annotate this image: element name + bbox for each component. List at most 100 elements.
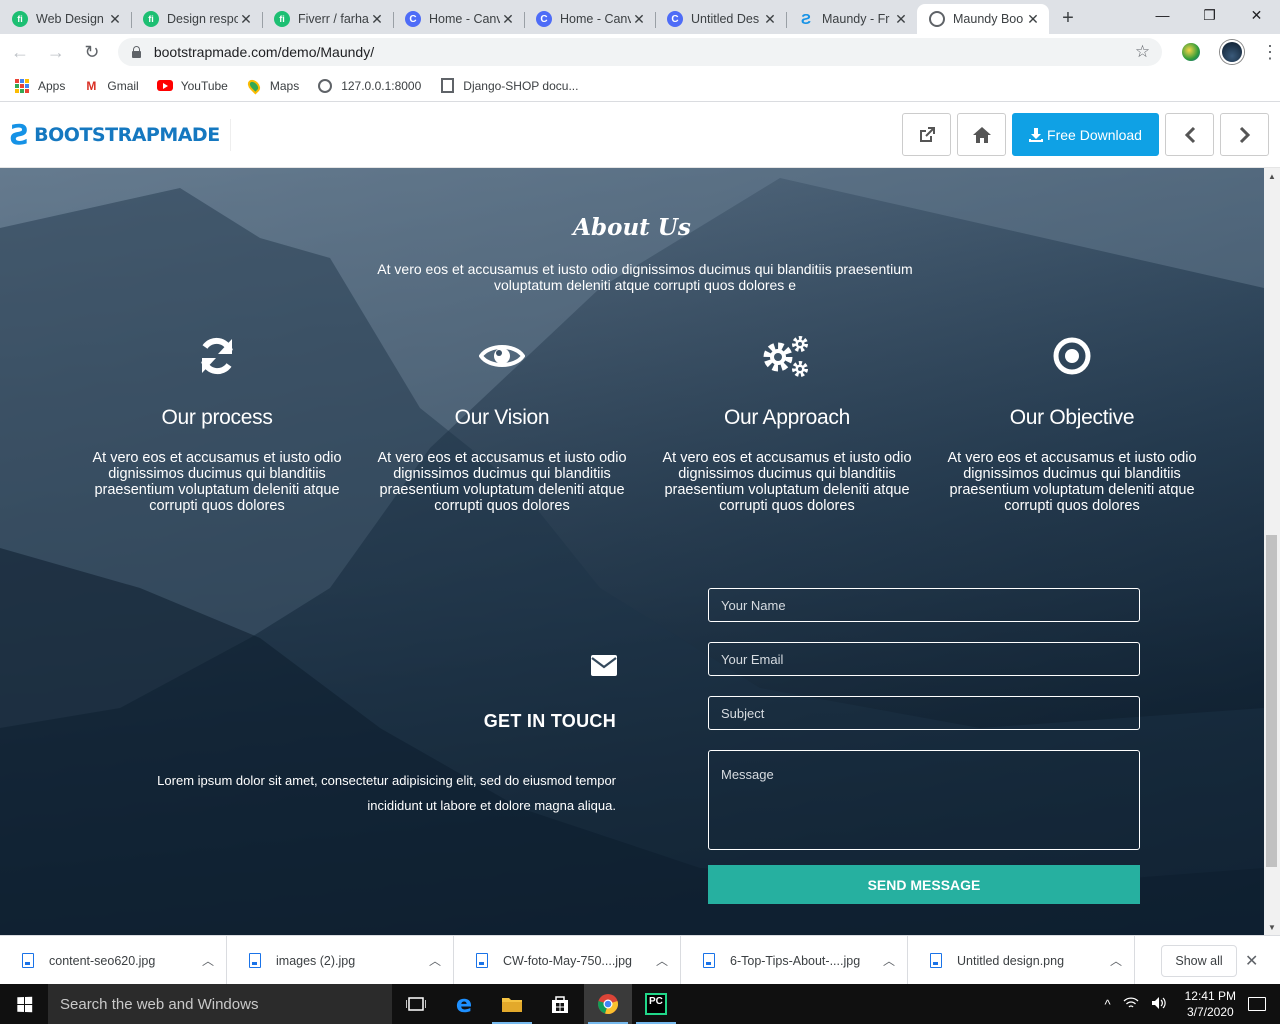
chevron-up-icon[interactable]: ︿ xyxy=(1098,952,1134,969)
download-item[interactable]: 6-Top-Tips-About-....jpg ︿ xyxy=(681,935,908,986)
close-tab-icon[interactable]: ✕ xyxy=(369,11,385,28)
brand-logo[interactable]: Ƨ BOOTSTRAPMADE xyxy=(10,119,231,151)
tab-title: Design respo xyxy=(167,12,238,26)
your-email-field[interactable] xyxy=(708,642,1140,676)
start-button[interactable] xyxy=(0,984,48,1024)
close-tab-icon[interactable]: ✕ xyxy=(631,11,647,28)
canva-icon: C xyxy=(667,11,683,27)
browser-tab-strip: fi Web Design ✕ fi Design respo ✕ fi Fiv… xyxy=(0,0,1280,34)
bookmark-localhost[interactable]: 127.0.0.1:8000 xyxy=(317,78,421,94)
feature-text: At vero eos et accusamus et iusto odio d… xyxy=(947,450,1197,514)
store-bag-icon xyxy=(552,996,568,1013)
tab-title: Home - Canv xyxy=(429,12,500,26)
chrome-button[interactable] xyxy=(584,984,632,1024)
bookmark-gmail[interactable]: M Gmail xyxy=(83,78,138,94)
wifi-icon[interactable] xyxy=(1123,996,1139,1013)
send-message-button[interactable]: SEND MESSAGE xyxy=(708,865,1140,904)
store-button[interactable] xyxy=(536,984,584,1024)
browser-tab[interactable]: C Home - Canv ✕ xyxy=(393,4,524,34)
chevron-right-icon xyxy=(1239,126,1250,143)
bookmark-star-icon[interactable]: ☆ xyxy=(1135,42,1150,62)
close-shelf-icon[interactable]: ✕ xyxy=(1245,951,1258,971)
close-window-button[interactable]: ✕ xyxy=(1233,0,1280,30)
pycharm-button[interactable]: PC xyxy=(632,984,680,1024)
chevron-up-icon[interactable]: ^ xyxy=(1105,997,1111,1012)
download-item[interactable]: images (2).jpg ︿ xyxy=(227,935,454,986)
bookmark-maps[interactable]: Maps xyxy=(245,77,299,94)
browser-tab[interactable]: fi Design respo ✕ xyxy=(131,4,262,34)
scroll-up-arrow[interactable]: ▲ xyxy=(1264,169,1280,183)
scroll-down-arrow[interactable]: ▼ xyxy=(1264,920,1280,934)
restore-button[interactable]: ❐ xyxy=(1186,0,1233,30)
extension-icon[interactable] xyxy=(1182,43,1201,61)
minimize-button[interactable]: — xyxy=(1139,0,1186,30)
bookmark-label: Gmail xyxy=(107,78,139,93)
file-explorer-button[interactable] xyxy=(488,984,536,1024)
scrollbar-thumb[interactable] xyxy=(1266,535,1277,867)
brand-name: BOOTSTRAPMADE xyxy=(34,124,220,146)
bootstrapmade-icon: Ƨ xyxy=(10,118,31,151)
back-button[interactable]: ← xyxy=(4,36,36,68)
browser-menu-icon[interactable]: ⋮ xyxy=(1260,42,1280,63)
download-filename: CW-foto-May-750....jpg xyxy=(503,953,632,968)
chevron-up-icon[interactable]: ︿ xyxy=(644,952,680,969)
taskbar-search[interactable]: Search the web and Windows xyxy=(48,984,392,1024)
close-tab-icon[interactable]: ✕ xyxy=(1025,11,1041,28)
download-item[interactable]: CW-foto-May-750....jpg ︿ xyxy=(454,935,681,986)
bookmark-youtube[interactable]: YouTube xyxy=(156,78,228,94)
close-tab-icon[interactable]: ✕ xyxy=(238,11,254,28)
about-contact-section: About Us At vero eos et accusamus et ius… xyxy=(0,168,1264,935)
message-field[interactable] xyxy=(708,750,1140,850)
bootstrapmade-icon: Ƨ xyxy=(800,10,811,28)
feature-title: Our Objective xyxy=(1009,406,1135,429)
about-title: About Us xyxy=(573,214,691,241)
browser-tab[interactable]: C Home - Canv ✕ xyxy=(524,4,655,34)
volume-icon[interactable] xyxy=(1151,996,1167,1013)
tab-title: Web Design xyxy=(36,12,104,26)
bookmarks-bar: Apps M Gmail YouTube Maps 127.0.0.1:8000… xyxy=(0,70,1280,102)
close-tab-icon[interactable]: ✕ xyxy=(893,11,909,28)
download-filename: images (2).jpg xyxy=(276,953,356,968)
taskbar-clock[interactable]: 12:41 PM 3/7/2020 xyxy=(1185,988,1236,1020)
browser-tab[interactable]: fi Fiverr / farha ✕ xyxy=(262,4,393,34)
browser-tab[interactable]: fi Web Design ✕ xyxy=(0,4,131,34)
download-item[interactable]: Untitled design.png ︿ xyxy=(908,935,1135,986)
profile-avatar[interactable] xyxy=(1220,40,1245,64)
task-view-button[interactable] xyxy=(392,984,440,1024)
url-text[interactable]: bootstrapmade.com/demo/Maundy/ xyxy=(154,44,1135,60)
home-button[interactable] xyxy=(957,113,1006,156)
home-icon xyxy=(972,126,991,143)
forward-button[interactable]: → xyxy=(40,36,72,68)
action-center-icon[interactable] xyxy=(1248,997,1266,1011)
download-item[interactable]: content-seo620.jpg ︿ xyxy=(0,935,227,986)
lock-icon[interactable] xyxy=(130,45,144,59)
previous-demo-button[interactable] xyxy=(1165,113,1214,156)
chevron-up-icon[interactable]: ︿ xyxy=(190,952,226,969)
close-tab-icon[interactable]: ✕ xyxy=(762,11,778,28)
reload-button[interactable]: ↻ xyxy=(76,36,108,68)
feature-text: At vero eos et accusamus et iusto odio d… xyxy=(92,450,342,514)
show-all-downloads-button[interactable]: Show all xyxy=(1161,944,1237,977)
subject-field[interactable] xyxy=(708,696,1140,730)
chevron-up-icon[interactable]: ︿ xyxy=(417,952,453,969)
bookmark-django-shop[interactable]: Django-SHOP docu... xyxy=(439,78,578,94)
your-name-field[interactable] xyxy=(708,588,1140,622)
get-in-touch-title: GET IN TOUCH xyxy=(483,711,616,731)
bookmark-apps[interactable]: Apps xyxy=(14,78,65,94)
open-external-button[interactable] xyxy=(902,113,951,156)
new-tab-button[interactable]: + xyxy=(1053,3,1083,33)
download-icon xyxy=(1029,127,1044,142)
free-download-button[interactable]: Free Download xyxy=(1012,113,1159,156)
browser-tab[interactable]: C Untitled Des ✕ xyxy=(655,4,786,34)
address-bar[interactable]: bootstrapmade.com/demo/Maundy/ ☆ xyxy=(117,38,1163,66)
edge-button[interactable]: e xyxy=(440,984,488,1024)
browser-tab[interactable]: Ƨ Maundy - Fr ✕ xyxy=(786,4,917,34)
close-tab-icon[interactable]: ✕ xyxy=(107,11,123,28)
next-demo-button[interactable] xyxy=(1220,113,1269,156)
chevron-up-icon[interactable]: ︿ xyxy=(871,952,907,969)
clock-time: 12:41 PM xyxy=(1184,989,1236,1003)
browser-tab-active[interactable]: Maundy Boo ✕ xyxy=(917,4,1049,34)
folder-icon xyxy=(502,998,522,1012)
close-tab-icon[interactable]: ✕ xyxy=(500,11,516,28)
tab-title: Home - Canv xyxy=(560,12,631,26)
